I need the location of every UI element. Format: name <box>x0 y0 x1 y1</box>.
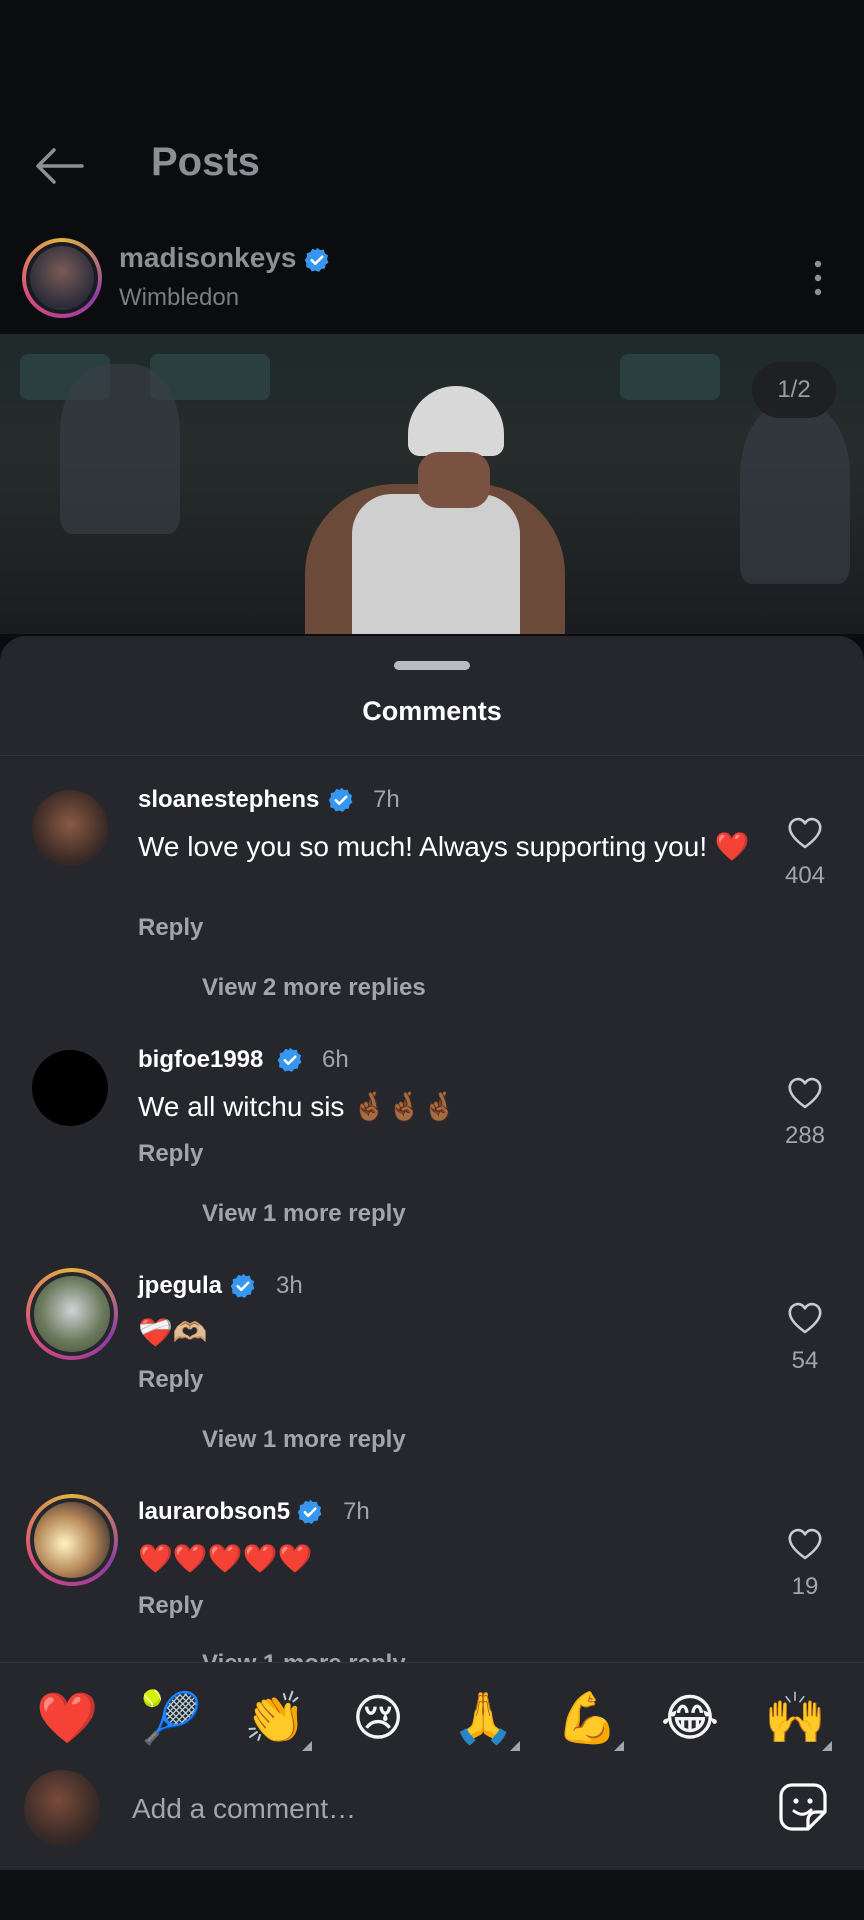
skin-tone-caret-icon[interactable] <box>302 1741 312 1751</box>
like-count: 404 <box>784 862 826 889</box>
sheet-title: Comments <box>362 696 502 726</box>
skin-tone-caret-icon[interactable] <box>822 1741 832 1751</box>
quick-emoji-raised-hands[interactable]: 🙌 <box>764 1688 826 1748</box>
comment-time: 7h <box>373 786 400 813</box>
like-count: 54 <box>791 1347 819 1374</box>
post-photo[interactable] <box>0 334 864 634</box>
comment-text: We love you so much! Always supporting y… <box>138 831 750 862</box>
view-more-replies[interactable]: View 1 more reply <box>202 1200 406 1228</box>
page-title: Posts <box>151 140 260 184</box>
verified-badge-icon <box>230 1273 255 1298</box>
verified-badge-icon <box>304 247 329 272</box>
view-more-replies[interactable]: View 1 more reply <box>202 1650 406 1662</box>
comment-time: 3h <box>276 1272 303 1299</box>
quick-emoji-tennis[interactable]: 🎾 <box>140 1688 202 1748</box>
verified-badge-icon <box>277 1047 302 1072</box>
like-count: 19 <box>791 1573 819 1600</box>
comment-username[interactable]: laurarobson5 <box>138 1498 290 1526</box>
commenter-avatar[interactable] <box>32 790 108 866</box>
author-username[interactable]: madisonkeys <box>119 242 296 274</box>
back-arrow-icon[interactable] <box>34 146 84 186</box>
skin-tone-caret-icon[interactable] <box>510 1741 520 1751</box>
current-user-avatar <box>24 1770 100 1846</box>
quick-emoji-laugh[interactable]: 😂 <box>660 1688 720 1748</box>
commenter-avatar[interactable] <box>32 1050 108 1126</box>
heart-icon[interactable] <box>787 816 823 850</box>
sticker-icon[interactable] <box>778 1782 828 1832</box>
sheet-drag-handle[interactable] <box>394 661 470 670</box>
quick-emoji-cry[interactable]: 😢 <box>348 1688 408 1748</box>
reply-button[interactable]: Reply <box>138 1592 203 1620</box>
comment-input[interactable] <box>130 1780 734 1838</box>
comment-text: ❤️‍🩹🫶🏼 <box>138 1317 208 1348</box>
comment-composer <box>0 1662 864 1871</box>
post-location[interactable]: Wimbledon <box>119 284 239 312</box>
commenter-avatar[interactable] <box>26 1268 118 1360</box>
view-more-replies[interactable]: View 2 more replies <box>202 974 426 1002</box>
reply-button[interactable]: Reply <box>138 914 203 942</box>
comment-time: 7h <box>343 1498 370 1525</box>
heart-icon[interactable] <box>787 1076 823 1110</box>
comment-text: We all witchu sis 🤞🏾🤞🏾🤞🏾 <box>138 1091 457 1122</box>
quick-emoji-clap[interactable]: 👏 <box>244 1688 306 1748</box>
photo-counter: 1/2 <box>752 362 836 418</box>
reply-button[interactable]: Reply <box>138 1140 203 1168</box>
comment-time: 6h <box>322 1046 349 1073</box>
reply-button[interactable]: Reply <box>138 1366 203 1394</box>
view-more-replies[interactable]: View 1 more reply <box>202 1426 406 1454</box>
verified-badge-icon <box>328 787 353 812</box>
skin-tone-caret-icon[interactable] <box>614 1741 624 1751</box>
divider <box>0 755 864 756</box>
system-nav-bar <box>0 1870 864 1920</box>
more-vertical-icon[interactable] <box>808 258 828 298</box>
author-avatar[interactable] <box>22 238 102 318</box>
verified-badge-icon <box>297 1499 322 1524</box>
quick-emoji-muscle[interactable]: 💪 <box>556 1688 618 1748</box>
quick-emoji-pray[interactable]: 🙏 <box>452 1688 514 1748</box>
comment-username[interactable]: jpegula <box>138 1272 222 1300</box>
heart-icon[interactable] <box>787 1301 823 1335</box>
like-count: 288 <box>784 1122 826 1149</box>
comment-text: ❤️❤️❤️❤️❤️ <box>138 1543 313 1574</box>
comment-username[interactable]: bigfoe1998 <box>138 1046 263 1074</box>
quick-emoji-heart[interactable]: ❤️ <box>36 1688 98 1748</box>
heart-icon[interactable] <box>787 1527 823 1561</box>
comment-username[interactable]: sloanestephens <box>138 786 319 814</box>
commenter-avatar[interactable] <box>26 1494 118 1586</box>
